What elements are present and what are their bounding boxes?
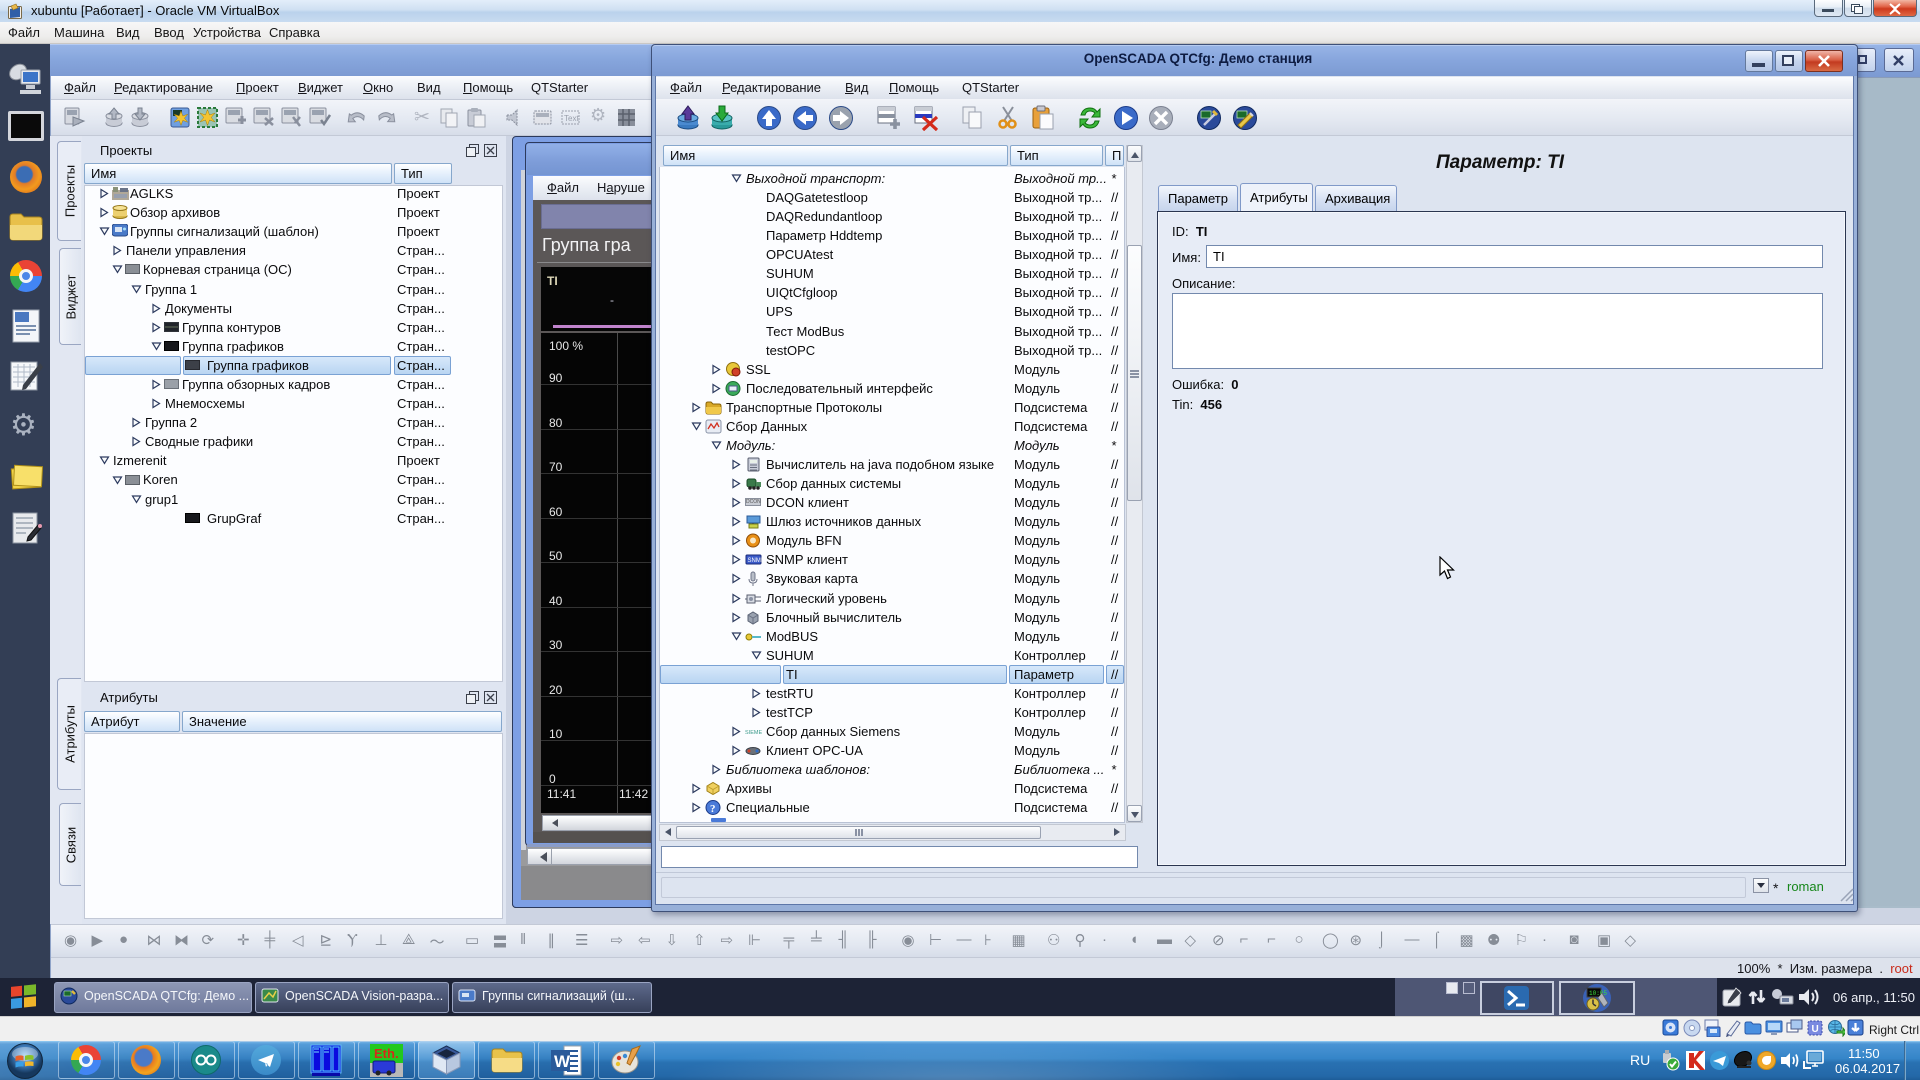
svg-text:SNMP: SNMP	[748, 558, 763, 564]
svg-text:Text: Text	[564, 114, 579, 123]
svg-text:Eth.: Eth.	[374, 1046, 399, 1061]
svg-text:U: U	[1812, 1024, 1819, 1035]
svg-text:?: ?	[710, 803, 716, 815]
svg-text:10:05: 10:05	[1589, 990, 1607, 997]
svg-text:W: W	[554, 1052, 571, 1071]
svg-text:SIEMENS: SIEMENS	[745, 730, 762, 736]
